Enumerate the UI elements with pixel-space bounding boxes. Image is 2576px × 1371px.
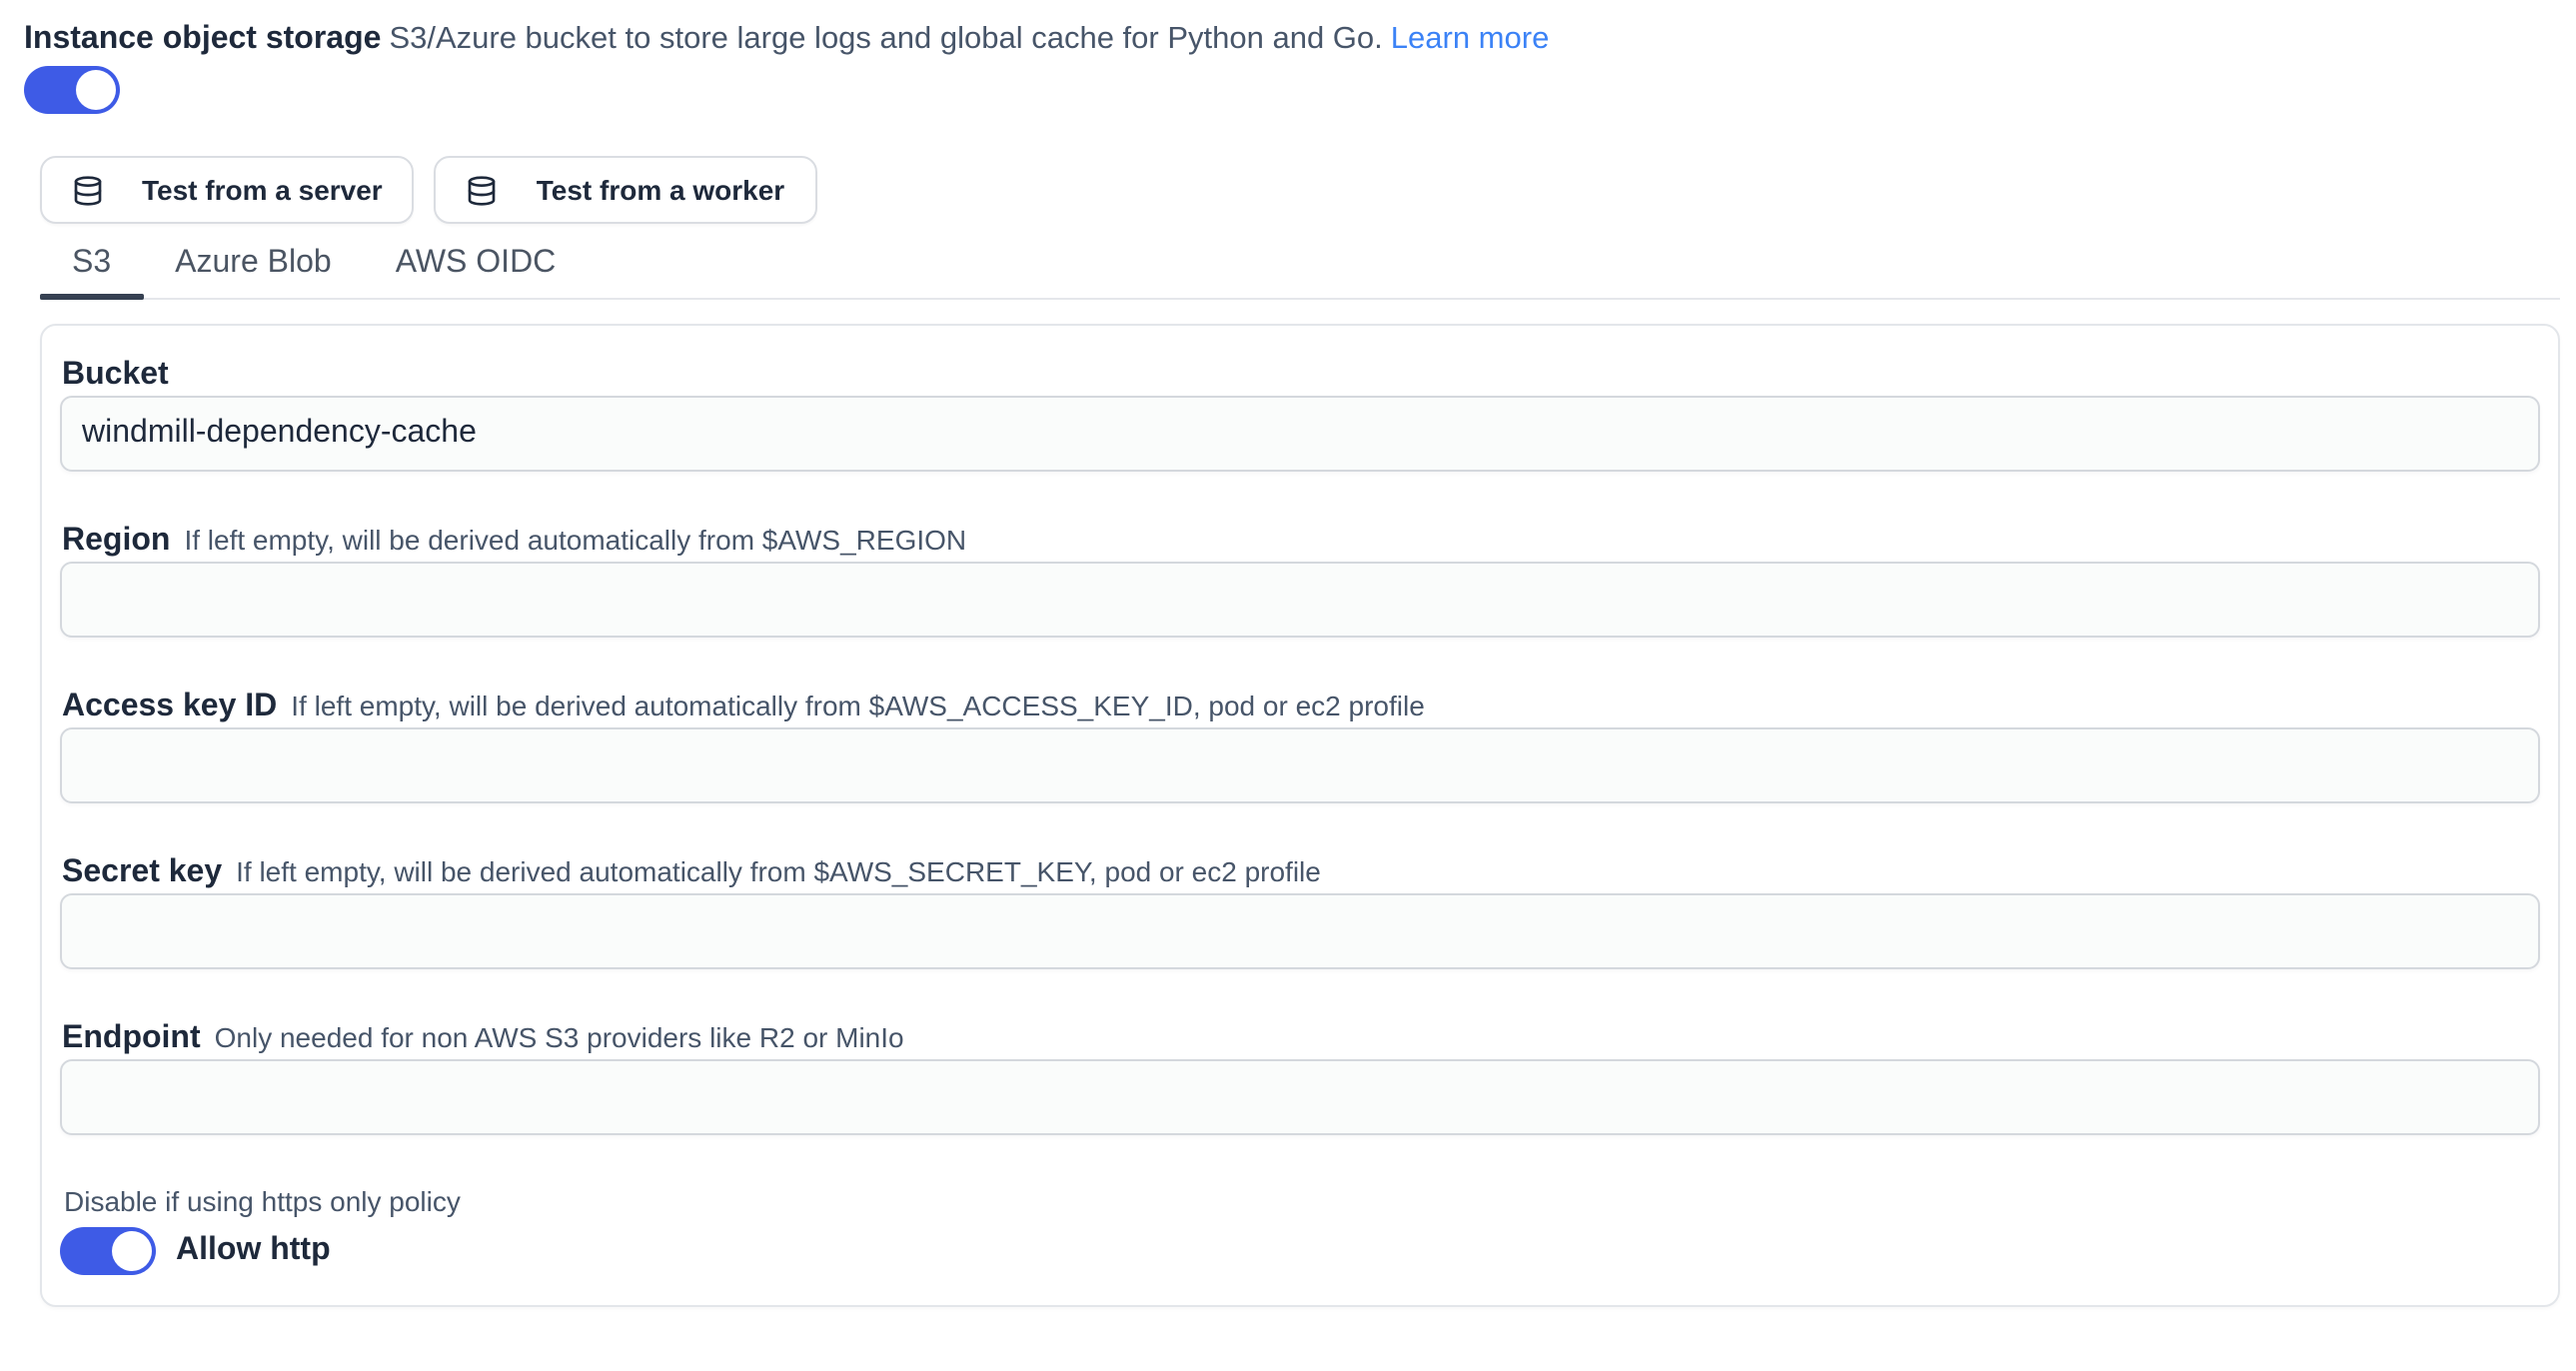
endpoint-label: Endpoint bbox=[62, 1021, 201, 1055]
page-title: Instance object storage bbox=[24, 22, 381, 56]
allow-http-note: Disable if using https only policy bbox=[64, 1183, 2540, 1219]
tab-aws-oidc[interactable]: AWS OIDC bbox=[364, 234, 589, 298]
database-icon bbox=[467, 173, 499, 207]
test-from-server-button[interactable]: Test from a server bbox=[40, 156, 415, 224]
test-from-worker-label: Test from a worker bbox=[537, 174, 784, 206]
endpoint-hint: Only needed for non AWS S3 providers lik… bbox=[215, 1021, 904, 1053]
secret-key-hint: If left empty, will be derived automatic… bbox=[236, 855, 1321, 887]
test-from-server-label: Test from a server bbox=[142, 174, 383, 206]
page-description: S3/Azure bucket to store large logs and … bbox=[389, 22, 1382, 56]
access-key-id-field-group: Access key ID If left empty, will be deri… bbox=[60, 686, 2540, 803]
endpoint-field-group: Endpoint Only needed for non AWS S3 provi… bbox=[60, 1017, 2540, 1135]
allow-http-row: Allow http bbox=[60, 1227, 2540, 1275]
access-key-id-input[interactable] bbox=[60, 727, 2540, 803]
secret-key-label: Secret key bbox=[62, 855, 222, 889]
region-field-group: Region If left empty, will be derived aut… bbox=[60, 520, 2540, 638]
test-from-worker-button[interactable]: Test from a worker bbox=[435, 156, 816, 224]
tab-azure-blob[interactable]: Azure Blob bbox=[143, 234, 364, 298]
settings-page: Instance object storageS3/Azure bucket t… bbox=[0, 18, 2576, 1371]
bucket-input[interactable] bbox=[60, 396, 2540, 472]
access-key-id-label: Access key ID bbox=[62, 689, 277, 723]
tab-s3[interactable]: S3 bbox=[40, 234, 143, 298]
region-hint: If left empty, will be derived automatic… bbox=[184, 524, 966, 556]
test-buttons-row: Test from a server Test from a worker bbox=[40, 156, 2576, 224]
instance-object-storage-header: Instance object storageS3/Azure bucket t… bbox=[24, 18, 2552, 124]
endpoint-input[interactable] bbox=[60, 1059, 2540, 1135]
learn-more-link[interactable]: Learn more bbox=[1391, 22, 1550, 56]
toggle-knob bbox=[76, 70, 116, 110]
allow-http-label: Allow http bbox=[176, 1233, 331, 1269]
s3-settings-panel: Bucket Region If left empty, will be deri… bbox=[40, 324, 2560, 1307]
secret-key-field-group: Secret key If left empty, will be derived… bbox=[60, 851, 2540, 969]
storage-provider-tabs: S3 Azure Blob AWS OIDC bbox=[40, 234, 2560, 300]
bucket-label: Bucket bbox=[62, 358, 169, 392]
object-storage-toggle[interactable] bbox=[24, 66, 120, 114]
access-key-id-hint: If left empty, will be derived automatic… bbox=[291, 689, 1425, 721]
header-title-line: Instance object storageS3/Azure bucket t… bbox=[24, 18, 2552, 62]
region-label: Region bbox=[62, 524, 170, 558]
region-input[interactable] bbox=[60, 562, 2540, 638]
allow-http-toggle[interactable] bbox=[60, 1227, 156, 1275]
toggle-knob bbox=[112, 1231, 152, 1271]
database-icon bbox=[72, 173, 104, 207]
bucket-field-group: Bucket bbox=[60, 356, 2540, 472]
secret-key-input[interactable] bbox=[60, 893, 2540, 969]
